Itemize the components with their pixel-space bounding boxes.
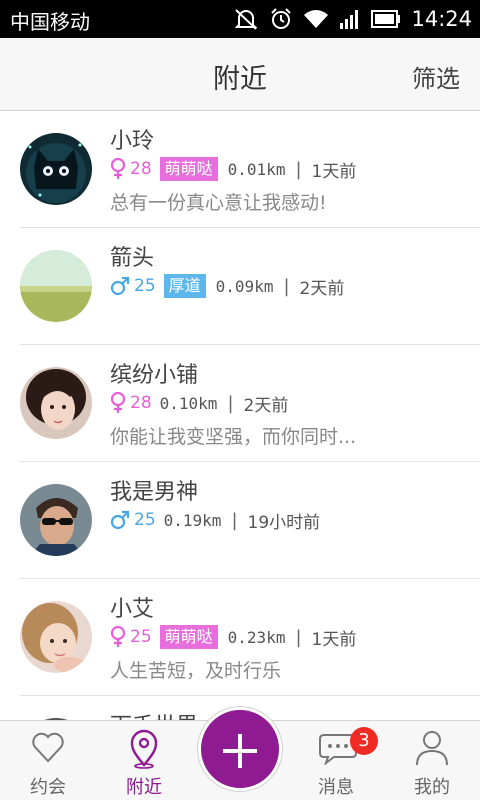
user-tag: 萌萌哒 [159, 625, 218, 649]
avatar [20, 484, 92, 556]
alarm-icon [271, 8, 292, 29]
add-button[interactable] [198, 707, 282, 791]
user-name: 缤纷小铺 [110, 363, 199, 388]
wifi-icon [304, 10, 329, 28]
user-distance: 0.23km [227, 627, 286, 647]
user-distance: 0.10km [159, 393, 218, 413]
divider: | [295, 626, 302, 648]
user-name: 小艾 [110, 597, 155, 622]
mute-icon [235, 9, 258, 30]
user-meta: 28 萌萌哒 0.01km | 1天前 [110, 156, 356, 182]
gender-age: 25 [110, 510, 156, 530]
user-name: 我是男神 [110, 480, 199, 505]
user-age: 25 [130, 627, 152, 647]
signal-icon [340, 10, 359, 29]
header: 附近 筛选 [0, 38, 480, 111]
user-name: 下千世界 [110, 708, 198, 720]
gender-age: 25 [110, 626, 152, 648]
plus-icon-stroke [238, 734, 242, 768]
user-age: 25 [134, 276, 156, 296]
gender-age: 25 [110, 276, 156, 296]
divider: | [295, 158, 302, 180]
list-item[interactable]: 我是男神 25 0.19km | 19小时前 [20, 462, 480, 579]
female-icon [110, 158, 126, 179]
list-item[interactable]: 缤纷小铺 28 0.10km | 2天前 你能让我变坚强，而你同时... [20, 345, 480, 462]
list-item[interactable]: 箭头 25 厚道 0.09km | 2天前 [20, 228, 480, 345]
user-name: 箭头 [110, 246, 155, 271]
divider: | [283, 275, 290, 297]
user-tag: 厚道 [163, 274, 206, 298]
last-active: 1天前 [311, 629, 357, 650]
male-icon [110, 510, 130, 530]
clock: 14:24 [411, 7, 472, 31]
last-active: 2天前 [299, 278, 345, 299]
filter-button[interactable]: 筛选 [412, 59, 460, 94]
female-icon [110, 626, 126, 647]
battery-icon [371, 10, 401, 28]
user-age: 28 [130, 159, 152, 179]
carrier-name: 中国移动 [10, 10, 90, 34]
user-bio: 总有一份真心意让我感动! [110, 192, 327, 214]
heart-icon [32, 732, 64, 763]
status-bar: 中国移动 14:24 [0, 0, 480, 38]
user-meta: 28 0.10km | 2天前 [110, 390, 288, 416]
tab-label: 约会 [30, 777, 66, 798]
avatar [20, 133, 92, 205]
divider: | [231, 509, 238, 531]
user-distance: 0.09km [215, 276, 274, 296]
gender-age: 28 [110, 158, 152, 180]
last-active: 1天前 [311, 161, 357, 182]
tab-nearby[interactable]: 附近 [96, 721, 192, 800]
avatar [20, 367, 92, 439]
nearby-user-list: 小玲 28 萌萌哒 0.01km | 1天前 总有一份真心意让我感动! 箭头 2… [0, 111, 480, 720]
unread-badge: 3 [350, 727, 378, 755]
tab-profile[interactable]: 我的 [384, 721, 480, 800]
avatar [20, 601, 92, 673]
user-tag: 萌萌哒 [159, 157, 218, 181]
last-active: 2天前 [243, 395, 289, 416]
gender-age: 28 [110, 392, 152, 414]
tab-label: 我的 [414, 777, 450, 798]
user-bio: 你能让我变坚强，而你同时... [110, 426, 357, 448]
user-age: 25 [134, 510, 156, 530]
user-meta: 25 厚道 0.09km | 2天前 [110, 273, 344, 299]
page-title: 附近 [213, 64, 267, 95]
list-item[interactable]: 小艾 25 萌萌哒 0.23km | 1天前 人生苦短，及时行乐 [20, 579, 480, 696]
user-meta: 25 萌萌哒 0.23km | 1天前 [110, 624, 356, 650]
user-age: 28 [130, 393, 152, 413]
last-active: 19小时前 [247, 512, 321, 533]
user-name: 小玲 [110, 129, 155, 154]
male-icon [110, 276, 130, 296]
list-item[interactable]: 小玲 28 萌萌哒 0.01km | 1天前 总有一份真心意让我感动! [20, 111, 480, 228]
divider: | [227, 392, 234, 414]
user-bio: 人生苦短，及时行乐 [110, 660, 282, 682]
user-distance: 0.19km [163, 510, 222, 530]
user-distance: 0.01km [227, 159, 286, 179]
location-pin-icon [130, 729, 158, 769]
person-icon [416, 731, 448, 766]
status-icons: 14:24 [233, 5, 472, 33]
female-icon [110, 392, 126, 413]
avatar [20, 250, 92, 322]
user-meta: 25 0.19km | 19小时前 [110, 507, 320, 533]
tab-label: 附近 [126, 777, 162, 798]
tab-label: 消息 [318, 777, 354, 798]
tab-dating[interactable]: 约会 [0, 721, 96, 800]
